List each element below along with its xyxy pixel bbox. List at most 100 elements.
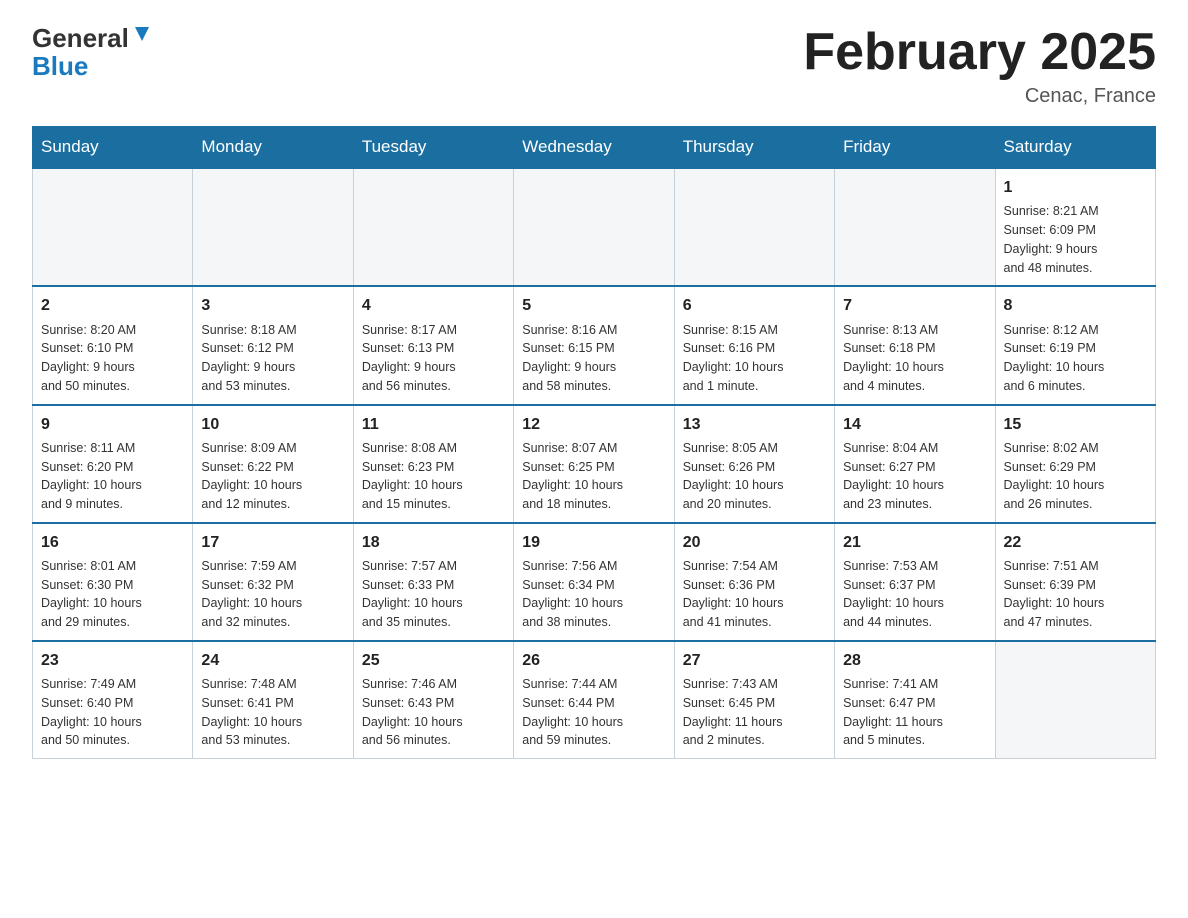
day-number: 2 <box>41 294 184 317</box>
calendar-cell: 1 Sunrise: 8:21 AMSunset: 6:09 PMDaylight… <box>995 168 1155 286</box>
calendar-cell: 11 Sunrise: 8:08 AMSunset: 6:23 PMDayligh… <box>353 405 513 523</box>
calendar-cell: 20 Sunrise: 7:54 AMSunset: 6:36 PMDayligh… <box>674 523 834 641</box>
day-info: Sunrise: 8:09 AMSunset: 6:22 PMDaylight:… <box>201 439 344 514</box>
logo-text-part1: General <box>32 24 129 53</box>
calendar-cell: 2 Sunrise: 8:20 AMSunset: 6:10 PMDaylight… <box>33 286 193 404</box>
day-number: 26 <box>522 649 665 672</box>
calendar-cell: 3Sunrise: 8:18 AMSunset: 6:12 PMDaylight… <box>193 286 353 404</box>
day-info: Sunrise: 8:15 AMSunset: 6:16 PMDaylight:… <box>683 321 826 396</box>
day-number: 15 <box>1004 413 1147 436</box>
day-info: Sunrise: 8:20 AMSunset: 6:10 PMDaylight:… <box>41 321 184 396</box>
day-info: Sunrise: 7:43 AMSunset: 6:45 PMDaylight:… <box>683 675 826 750</box>
day-number: 17 <box>201 531 344 554</box>
day-info: Sunrise: 7:54 AMSunset: 6:36 PMDaylight:… <box>683 557 826 632</box>
day-info: Sunrise: 8:02 AMSunset: 6:29 PMDaylight:… <box>1004 439 1147 514</box>
day-info: Sunrise: 8:12 AMSunset: 6:19 PMDaylight:… <box>1004 321 1147 396</box>
col-thursday: Thursday <box>674 127 834 169</box>
calendar-cell: 19 Sunrise: 7:56 AMSunset: 6:34 PMDayligh… <box>514 523 674 641</box>
day-number: 3 <box>201 294 344 317</box>
col-wednesday: Wednesday <box>514 127 674 169</box>
day-info: Sunrise: 7:56 AMSunset: 6:34 PMDaylight:… <box>522 557 665 632</box>
calendar-title: February 2025 <box>803 24 1156 81</box>
day-number: 6 <box>683 294 826 317</box>
week-row-3: 9Sunrise: 8:11 AMSunset: 6:20 PMDaylight… <box>33 405 1156 523</box>
day-number: 19 <box>522 531 665 554</box>
day-number: 13 <box>683 413 826 436</box>
calendar-cell: 6 Sunrise: 8:15 AMSunset: 6:16 PMDaylight… <box>674 286 834 404</box>
col-friday: Friday <box>835 127 995 169</box>
day-info: Sunrise: 7:48 AMSunset: 6:41 PMDaylight:… <box>201 675 344 750</box>
calendar-subtitle: Cenac, France <box>803 85 1156 108</box>
day-info: Sunrise: 7:59 AMSunset: 6:32 PMDaylight:… <box>201 557 344 632</box>
day-info: Sunrise: 8:21 AMSunset: 6:09 PMDaylight:… <box>1004 202 1147 277</box>
day-info: Sunrise: 8:04 AMSunset: 6:27 PMDaylight:… <box>843 439 986 514</box>
calendar-cell: 8 Sunrise: 8:12 AMSunset: 6:19 PMDaylight… <box>995 286 1155 404</box>
day-number: 27 <box>683 649 826 672</box>
day-number: 11 <box>362 413 505 436</box>
calendar-cell <box>995 641 1155 759</box>
calendar-cell: 28 Sunrise: 7:41 AMSunset: 6:47 PMDayligh… <box>835 641 995 759</box>
week-row-2: 2 Sunrise: 8:20 AMSunset: 6:10 PMDaylight… <box>33 286 1156 404</box>
calendar-cell: 12 Sunrise: 8:07 AMSunset: 6:25 PMDayligh… <box>514 405 674 523</box>
week-row-5: 23Sunrise: 7:49 AMSunset: 6:40 PMDayligh… <box>33 641 1156 759</box>
calendar-cell <box>514 168 674 286</box>
calendar-cell: 17 Sunrise: 7:59 AMSunset: 6:32 PMDayligh… <box>193 523 353 641</box>
day-number: 20 <box>683 531 826 554</box>
day-info: Sunrise: 8:05 AMSunset: 6:26 PMDaylight:… <box>683 439 826 514</box>
calendar-cell: 24 Sunrise: 7:48 AMSunset: 6:41 PMDayligh… <box>193 641 353 759</box>
calendar-cell <box>353 168 513 286</box>
col-tuesday: Tuesday <box>353 127 513 169</box>
calendar-cell <box>674 168 834 286</box>
day-number: 22 <box>1004 531 1147 554</box>
day-info: Sunrise: 8:01 AMSunset: 6:30 PMDaylight:… <box>41 557 184 632</box>
day-info: Sunrise: 7:44 AMSunset: 6:44 PMDaylight:… <box>522 675 665 750</box>
calendar-table: Sunday Monday Tuesday Wednesday Thursday… <box>32 126 1156 759</box>
logo: General Blue <box>32 24 153 79</box>
day-number: 28 <box>843 649 986 672</box>
day-number: 9 <box>41 413 184 436</box>
calendar-cell: 9Sunrise: 8:11 AMSunset: 6:20 PMDaylight… <box>33 405 193 523</box>
col-monday: Monday <box>193 127 353 169</box>
page: General Blue February 2025 Cenac, France… <box>0 0 1188 791</box>
calendar-cell <box>193 168 353 286</box>
title-block: February 2025 Cenac, France <box>803 24 1156 108</box>
day-number: 14 <box>843 413 986 436</box>
calendar-cell: 10Sunrise: 8:09 AMSunset: 6:22 PMDayligh… <box>193 405 353 523</box>
week-row-1: 1 Sunrise: 8:21 AMSunset: 6:09 PMDaylight… <box>33 168 1156 286</box>
day-info: Sunrise: 8:07 AMSunset: 6:25 PMDaylight:… <box>522 439 665 514</box>
calendar-cell: 26 Sunrise: 7:44 AMSunset: 6:44 PMDayligh… <box>514 641 674 759</box>
calendar-cell: 25Sunrise: 7:46 AMSunset: 6:43 PMDayligh… <box>353 641 513 759</box>
calendar-cell: 22 Sunrise: 7:51 AMSunset: 6:39 PMDayligh… <box>995 523 1155 641</box>
calendar-cell: 15 Sunrise: 8:02 AMSunset: 6:29 PMDayligh… <box>995 405 1155 523</box>
col-saturday: Saturday <box>995 127 1155 169</box>
calendar-cell <box>33 168 193 286</box>
day-number: 21 <box>843 531 986 554</box>
day-info: Sunrise: 7:57 AMSunset: 6:33 PMDaylight:… <box>362 557 505 632</box>
day-info: Sunrise: 7:49 AMSunset: 6:40 PMDaylight:… <box>41 675 184 750</box>
calendar-cell: 21 Sunrise: 7:53 AMSunset: 6:37 PMDayligh… <box>835 523 995 641</box>
day-number: 12 <box>522 413 665 436</box>
calendar-cell: 13 Sunrise: 8:05 AMSunset: 6:26 PMDayligh… <box>674 405 834 523</box>
calendar-cell: 5Sunrise: 8:16 AMSunset: 6:15 PMDaylight… <box>514 286 674 404</box>
calendar-cell <box>835 168 995 286</box>
day-info: Sunrise: 7:41 AMSunset: 6:47 PMDaylight:… <box>843 675 986 750</box>
calendar-header-row: Sunday Monday Tuesday Wednesday Thursday… <box>33 127 1156 169</box>
day-number: 1 <box>1004 176 1147 199</box>
day-number: 8 <box>1004 294 1147 317</box>
day-info: Sunrise: 7:53 AMSunset: 6:37 PMDaylight:… <box>843 557 986 632</box>
calendar-cell: 16Sunrise: 8:01 AMSunset: 6:30 PMDayligh… <box>33 523 193 641</box>
calendar-cell: 4Sunrise: 8:17 AMSunset: 6:13 PMDaylight… <box>353 286 513 404</box>
day-number: 24 <box>201 649 344 672</box>
calendar-cell: 18Sunrise: 7:57 AMSunset: 6:33 PMDayligh… <box>353 523 513 641</box>
day-number: 5 <box>522 294 665 317</box>
day-info: Sunrise: 7:51 AMSunset: 6:39 PMDaylight:… <box>1004 557 1147 632</box>
col-sunday: Sunday <box>33 127 193 169</box>
day-info: Sunrise: 8:13 AMSunset: 6:18 PMDaylight:… <box>843 321 986 396</box>
calendar-cell: 14 Sunrise: 8:04 AMSunset: 6:27 PMDayligh… <box>835 405 995 523</box>
calendar-cell: 23Sunrise: 7:49 AMSunset: 6:40 PMDayligh… <box>33 641 193 759</box>
header: General Blue February 2025 Cenac, France <box>32 24 1156 108</box>
day-number: 25 <box>362 649 505 672</box>
day-info: Sunrise: 8:08 AMSunset: 6:23 PMDaylight:… <box>362 439 505 514</box>
calendar-cell: 27 Sunrise: 7:43 AMSunset: 6:45 PMDayligh… <box>674 641 834 759</box>
logo-text-part2: Blue <box>32 53 88 79</box>
